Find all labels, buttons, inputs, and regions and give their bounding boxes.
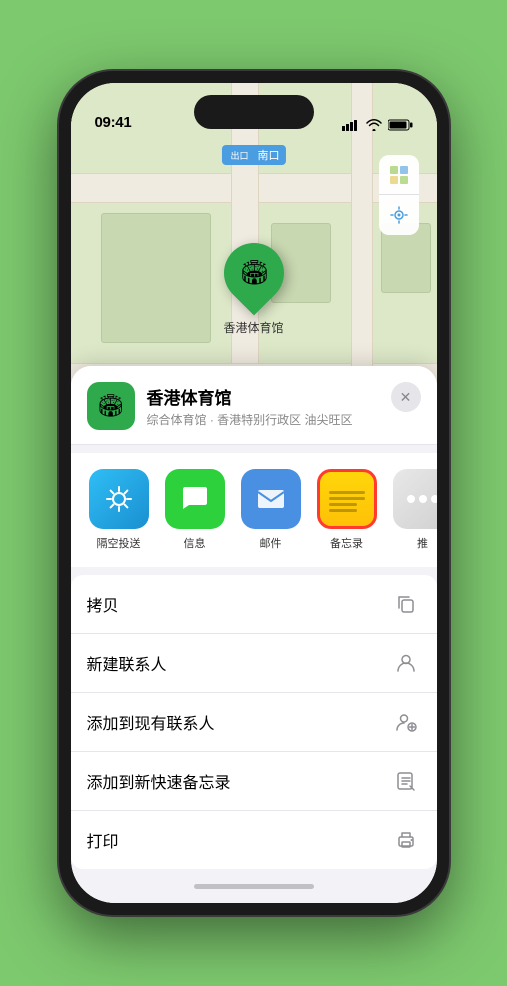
airdrop-icon <box>89 469 149 529</box>
share-row: 隔空投送 信息 <box>71 453 437 567</box>
share-item-mail[interactable]: 邮件 <box>239 469 303 551</box>
share-item-messages[interactable]: 信息 <box>163 469 227 551</box>
bottom-sheet: 🏟 香港体育馆 综合体育馆 · 香港特别行政区 油尖旺区 ✕ <box>71 366 437 903</box>
action-copy[interactable]: 拷贝 <box>71 575 437 634</box>
quick-note-icon <box>391 766 421 796</box>
action-add-existing-label: 添加到现有联系人 <box>87 710 215 734</box>
pin-icon: 🏟 <box>211 231 296 316</box>
pin-inner: 🏟 <box>238 259 268 288</box>
home-indicator <box>71 869 437 903</box>
action-quick-note-label: 添加到新快速备忘录 <box>87 769 231 793</box>
share-item-notes[interactable]: 备忘录 <box>315 469 379 551</box>
map-label: 出口 南口 <box>221 145 285 165</box>
messages-label: 信息 <box>184 535 206 551</box>
notes-line-4 <box>329 509 357 512</box>
venue-header: 🏟 香港体育馆 综合体育馆 · 香港特别行政区 油尖旺区 ✕ <box>71 366 437 445</box>
action-print[interactable]: 打印 <box>71 811 437 869</box>
mail-icon <box>241 469 301 529</box>
new-contact-icon <box>391 648 421 678</box>
copy-icon <box>391 589 421 619</box>
home-bar <box>194 884 314 889</box>
more-label: 推 <box>417 535 428 551</box>
messages-icon <box>165 469 225 529</box>
phone-frame: 09:41 <box>59 71 449 915</box>
dynamic-island <box>194 95 314 129</box>
pin-label: 香港体育馆 <box>223 319 283 336</box>
airdrop-label: 隔空投送 <box>97 535 141 551</box>
venue-info: 香港体育馆 综合体育馆 · 香港特别行政区 油尖旺区 <box>147 384 421 428</box>
status-time: 09:41 <box>95 114 132 131</box>
share-item-airdrop[interactable]: 隔空投送 <box>87 469 151 551</box>
action-new-contact-label: 新建联系人 <box>87 651 167 675</box>
venue-icon: 🏟 <box>87 382 135 430</box>
map-type-button[interactable] <box>379 155 419 195</box>
wifi-icon <box>366 119 382 131</box>
action-print-label: 打印 <box>87 828 119 852</box>
close-button[interactable]: ✕ <box>391 382 421 412</box>
action-quick-note[interactable]: 添加到新快速备忘录 <box>71 752 437 811</box>
mail-label: 邮件 <box>260 535 282 551</box>
battery-icon <box>388 119 413 131</box>
map-pin: 🏟 香港体育馆 <box>223 243 283 336</box>
venue-name: 香港体育馆 <box>147 384 421 409</box>
action-copy-label: 拷贝 <box>87 592 119 616</box>
phone-screen: 09:41 <box>71 83 437 903</box>
venue-desc: 综合体育馆 · 香港特别行政区 油尖旺区 <box>147 411 421 428</box>
notes-line-2 <box>329 497 365 500</box>
notes-lines <box>325 483 369 516</box>
action-new-contact[interactable]: 新建联系人 <box>71 634 437 693</box>
print-icon <box>391 825 421 855</box>
notes-label: 备忘录 <box>330 535 363 551</box>
action-list: 拷贝 新建联系人 <box>71 575 437 869</box>
location-button[interactable] <box>379 195 419 235</box>
more-icon <box>393 469 437 529</box>
status-icons <box>342 119 413 131</box>
map-btn-group <box>379 155 419 235</box>
notes-line-3 <box>329 503 357 506</box>
notes-line-1 <box>329 491 365 494</box>
signal-icon <box>342 119 360 131</box>
action-add-existing[interactable]: 添加到现有联系人 <box>71 693 437 752</box>
share-item-more[interactable]: 推 <box>391 469 437 551</box>
notes-icon <box>317 469 377 529</box>
add-existing-icon <box>391 707 421 737</box>
